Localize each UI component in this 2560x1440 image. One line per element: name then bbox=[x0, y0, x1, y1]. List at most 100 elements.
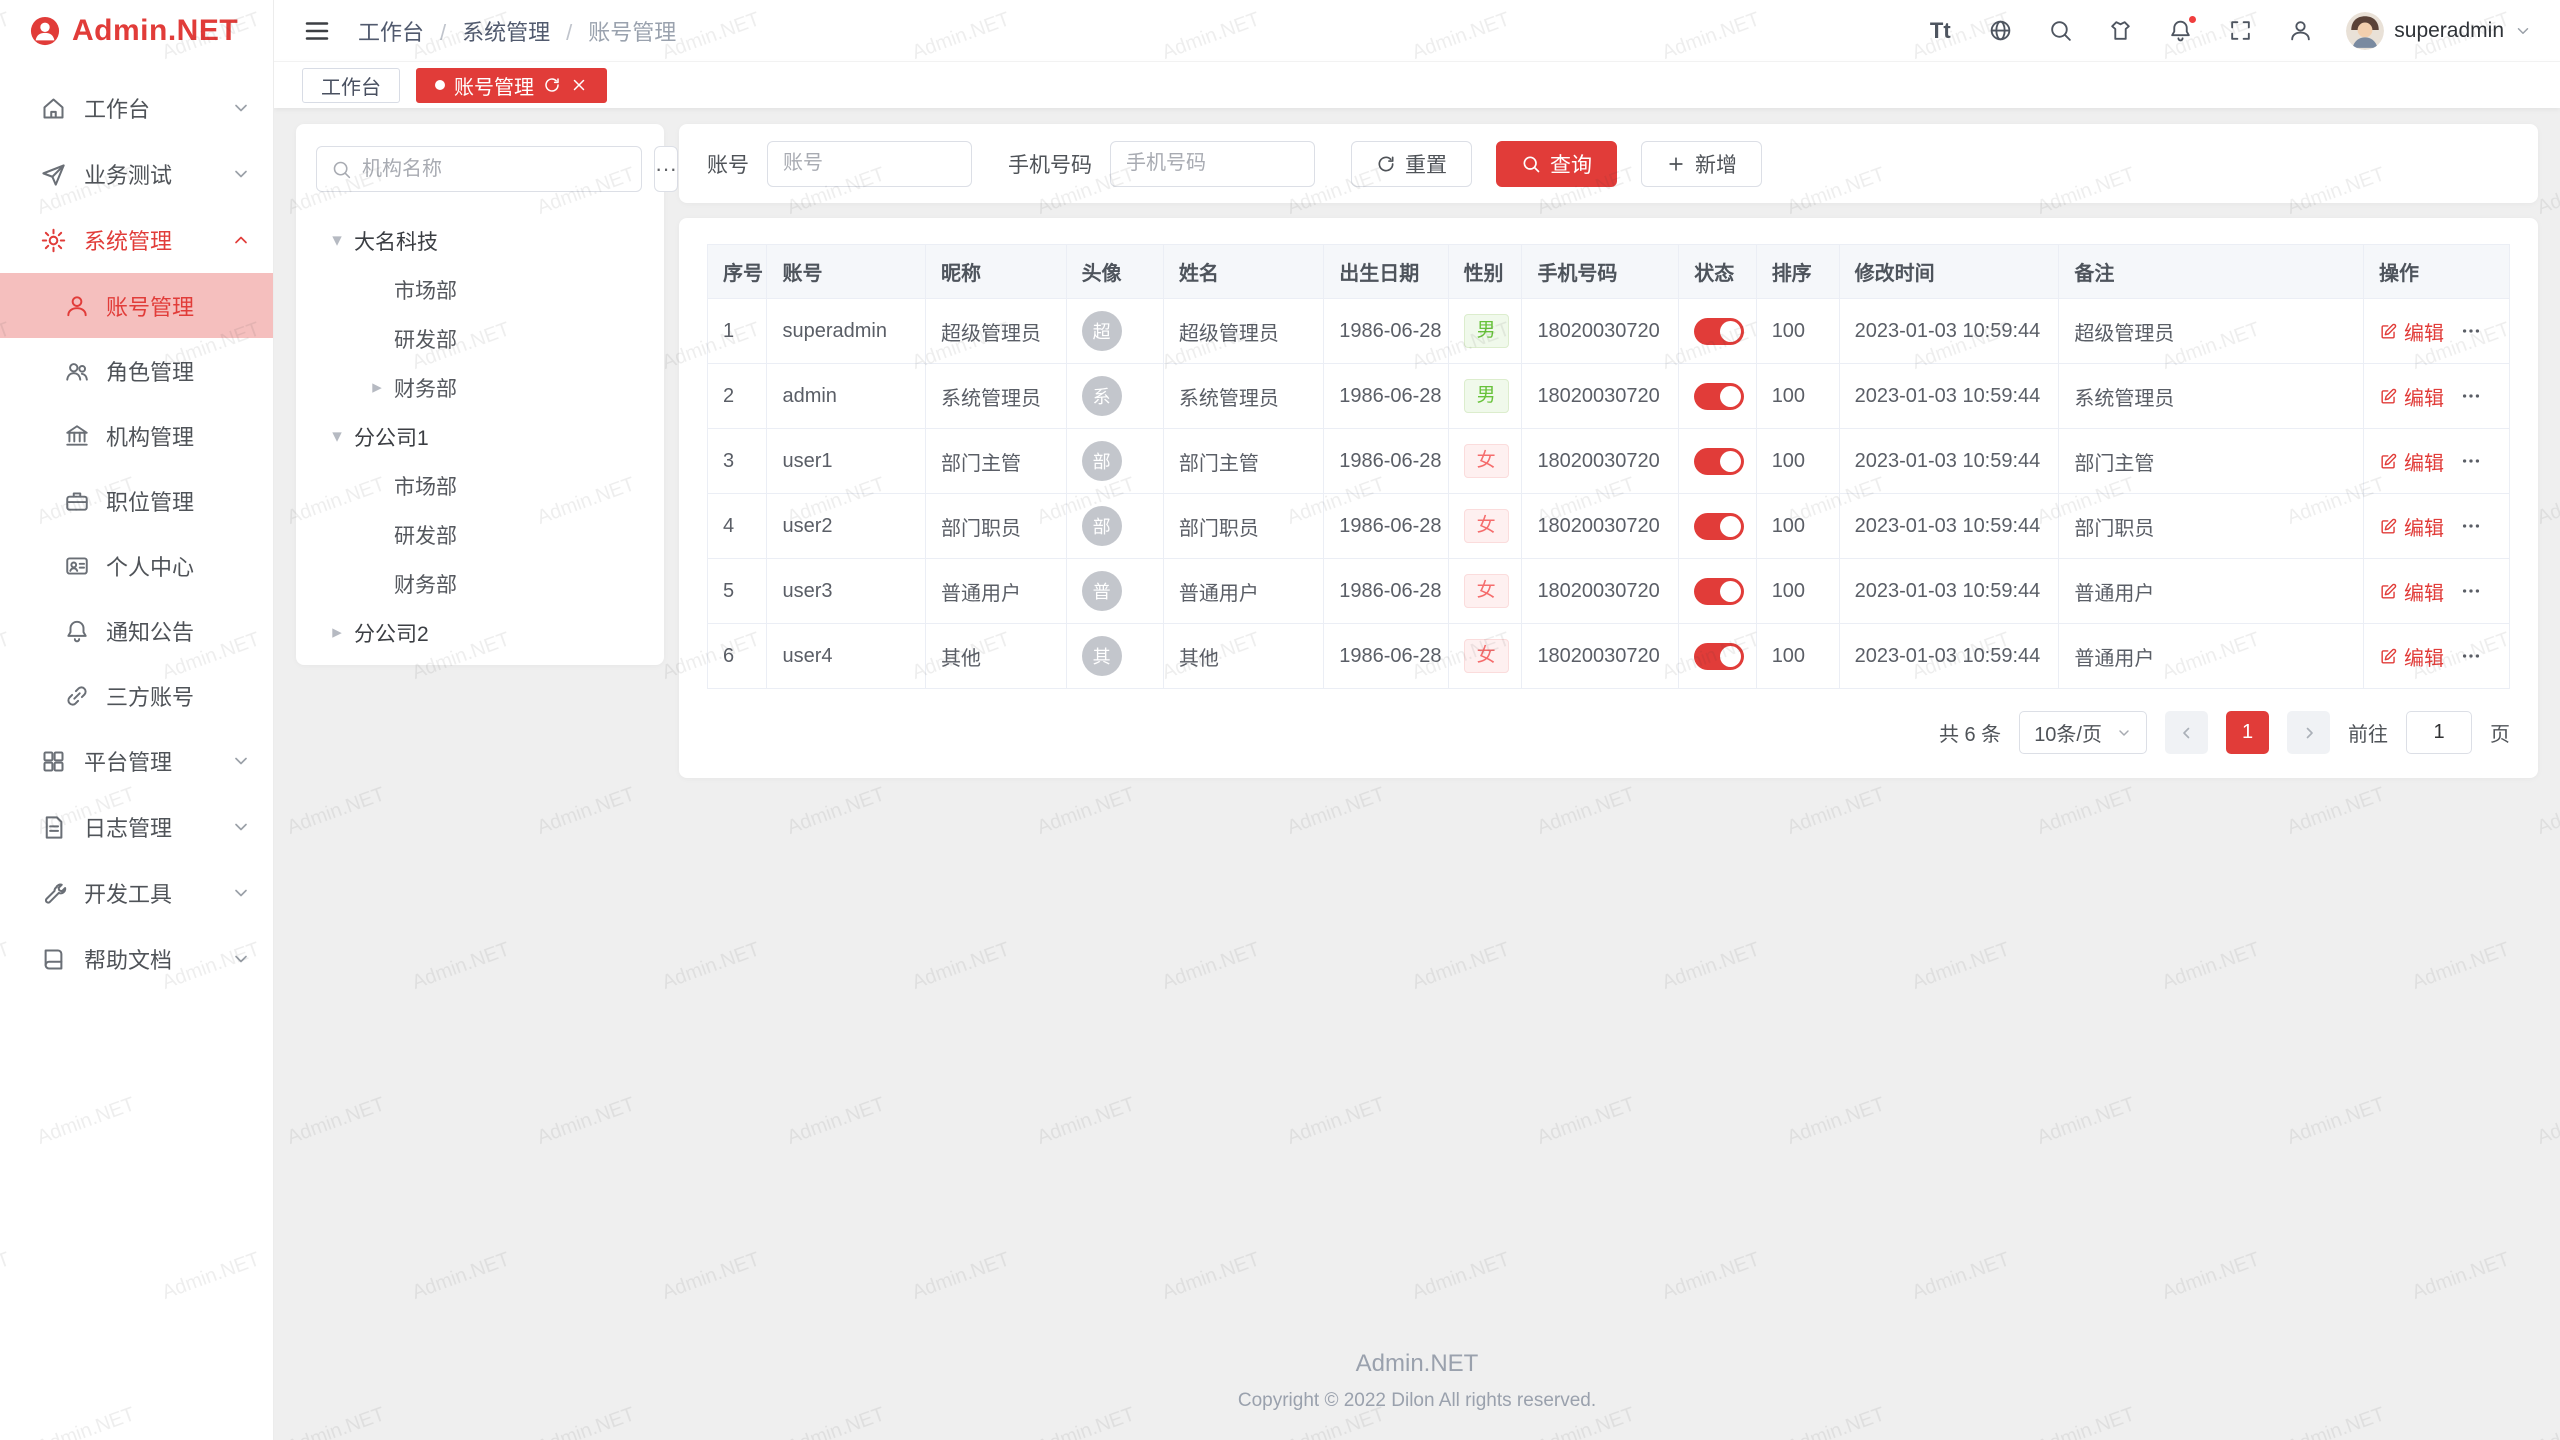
tree-node-label: 大名科技 bbox=[354, 226, 438, 256]
status-toggle[interactable] bbox=[1694, 383, 1744, 410]
cell-nickname: 其他 bbox=[926, 624, 1067, 689]
tree-node[interactable]: 市场部 bbox=[316, 265, 644, 314]
notification-bell-icon[interactable] bbox=[2166, 17, 2194, 45]
tree-node[interactable]: 分公司2 bbox=[316, 608, 644, 657]
search-icon[interactable] bbox=[2046, 17, 2074, 45]
more-actions-button[interactable] bbox=[2460, 385, 2482, 407]
org-more-button[interactable]: ··· bbox=[654, 146, 678, 192]
topbar-actions: Tt bbox=[1926, 12, 2532, 50]
tree-node[interactable]: 财务部 bbox=[316, 363, 644, 412]
tree-caret-icon[interactable] bbox=[320, 425, 354, 448]
font-size-icon[interactable]: Tt bbox=[1926, 17, 1954, 45]
language-icon[interactable] bbox=[1986, 17, 2014, 45]
refresh-icon[interactable] bbox=[543, 76, 561, 94]
breadcrumb-item[interactable]: 工作台 bbox=[358, 15, 462, 47]
sidebar-item-role-management[interactable]: 角色管理 bbox=[0, 338, 273, 403]
tree-node[interactable]: 大名科技 bbox=[316, 216, 644, 265]
fullscreen-icon[interactable] bbox=[2226, 17, 2254, 45]
tab-account-management[interactable]: 账号管理 bbox=[416, 68, 607, 103]
sidebar-item-label: 业务测试 bbox=[84, 158, 214, 190]
page-size-select[interactable]: 10条/页 bbox=[2019, 711, 2147, 754]
user-icon[interactable] bbox=[2286, 17, 2314, 45]
edit-button[interactable]: 编辑 bbox=[2379, 512, 2444, 541]
org-search-input[interactable] bbox=[362, 158, 627, 181]
sidebar-item-dev-tools[interactable]: 开发工具 bbox=[0, 860, 273, 926]
row-avatar: 部 bbox=[1082, 506, 1122, 546]
sidebar-item-label: 个人中心 bbox=[106, 550, 273, 582]
tree-node[interactable]: 财务部 bbox=[316, 559, 644, 608]
cell-sort: 100 bbox=[1756, 494, 1839, 559]
more-actions-button[interactable] bbox=[2460, 515, 2482, 537]
close-icon[interactable] bbox=[570, 76, 588, 94]
more-actions-button[interactable] bbox=[2460, 645, 2482, 667]
cell-remark: 系统管理员 bbox=[2059, 364, 2364, 429]
sidebar-item-label: 职位管理 bbox=[106, 485, 273, 517]
table-header-row: 序号 账号 昵称 头像 姓名 出生日期 性别 手机号码 状态 排序 bbox=[708, 245, 2510, 299]
sidebar-item-help-docs[interactable]: 帮助文档 bbox=[0, 926, 273, 992]
cell-account: user1 bbox=[767, 429, 926, 494]
app-logo[interactable]: Admin.NET bbox=[0, 0, 273, 61]
page-number-button[interactable]: 1 bbox=[2226, 711, 2269, 754]
sidebar-item-org-management[interactable]: 机构管理 bbox=[0, 403, 273, 468]
edit-button[interactable]: 编辑 bbox=[2379, 447, 2444, 476]
tree-node[interactable]: 研发部 bbox=[316, 510, 644, 559]
cell-name: 系统管理员 bbox=[1163, 364, 1323, 429]
tree-caret-icon[interactable] bbox=[320, 621, 354, 644]
user-avatar bbox=[2346, 12, 2384, 50]
edit-button[interactable]: 编辑 bbox=[2379, 382, 2444, 411]
tree-node[interactable]: 市场部 bbox=[316, 461, 644, 510]
tab-workbench[interactable]: 工作台 bbox=[302, 68, 400, 103]
query-button[interactable]: 查询 bbox=[1496, 141, 1617, 187]
status-toggle[interactable] bbox=[1694, 643, 1744, 670]
tree-node-label: 财务部 bbox=[394, 373, 457, 403]
more-actions-button[interactable] bbox=[2460, 320, 2482, 342]
edit-button[interactable]: 编辑 bbox=[2379, 642, 2444, 671]
add-button[interactable]: 新增 bbox=[1641, 141, 1762, 187]
tree-node[interactable]: 分公司1 bbox=[316, 412, 644, 461]
org-search-field[interactable] bbox=[316, 146, 642, 192]
status-toggle[interactable] bbox=[1694, 578, 1744, 605]
sidebar-item-account-management[interactable]: 账号管理 bbox=[0, 273, 273, 338]
sidebar-item-third-party-account[interactable]: 三方账号 bbox=[0, 663, 273, 728]
more-actions-button[interactable] bbox=[2460, 580, 2482, 602]
next-page-button[interactable] bbox=[2287, 711, 2330, 754]
notification-badge bbox=[2187, 14, 2198, 25]
prev-page-button[interactable] bbox=[2165, 711, 2208, 754]
phone-filter-input[interactable] bbox=[1110, 141, 1315, 187]
cell-nickname: 系统管理员 bbox=[926, 364, 1067, 429]
edit-button[interactable]: 编辑 bbox=[2379, 317, 2444, 346]
tree-caret-icon[interactable] bbox=[360, 376, 394, 399]
tree-node-label: 分公司1 bbox=[354, 422, 429, 452]
row-avatar: 部 bbox=[1082, 441, 1122, 481]
cell-sort: 100 bbox=[1756, 559, 1839, 624]
status-toggle[interactable] bbox=[1694, 448, 1744, 475]
breadcrumb-item[interactable]: 系统管理 bbox=[462, 15, 588, 47]
tree-node-label: 财务部 bbox=[394, 569, 457, 599]
sidebar-item-log-management[interactable]: 日志管理 bbox=[0, 794, 273, 860]
sidebar-item-notice-announcement[interactable]: 通知公告 bbox=[0, 598, 273, 663]
status-toggle[interactable] bbox=[1694, 513, 1744, 540]
sidebar-item-position-management[interactable]: 职位管理 bbox=[0, 468, 273, 533]
sidebar-item-platform-management[interactable]: 平台管理 bbox=[0, 728, 273, 794]
cell-modified-time: 2023-01-03 10:59:44 bbox=[1839, 429, 2059, 494]
sidebar-item-personal-center[interactable]: 个人中心 bbox=[0, 533, 273, 598]
hamburger-menu-icon[interactable] bbox=[302, 16, 332, 46]
status-toggle[interactable] bbox=[1694, 318, 1744, 345]
tree-caret-icon[interactable] bbox=[320, 229, 354, 252]
sidebar-item-system-management[interactable]: 系统管理 bbox=[0, 207, 273, 273]
sidebar-item-business-test[interactable]: 业务测试 bbox=[0, 141, 273, 207]
edit-button[interactable]: 编辑 bbox=[2379, 577, 2444, 606]
reset-button[interactable]: 重置 bbox=[1351, 141, 1472, 187]
cell-no: 3 bbox=[708, 429, 767, 494]
more-actions-button[interactable] bbox=[2460, 450, 2482, 472]
edit-icon bbox=[2379, 517, 2398, 536]
user-menu[interactable]: superadmin bbox=[2346, 12, 2532, 50]
user-icon bbox=[64, 293, 90, 319]
sidebar-item-workbench[interactable]: 工作台 bbox=[0, 75, 273, 141]
tree-node[interactable]: 研发部 bbox=[316, 314, 644, 363]
cell-phone: 18020030720 bbox=[1522, 299, 1679, 364]
filter-bar: 账号 手机号码 重置 bbox=[679, 124, 2538, 203]
theme-icon[interactable] bbox=[2106, 17, 2134, 45]
account-filter-input[interactable] bbox=[767, 141, 972, 187]
goto-page-input[interactable] bbox=[2406, 711, 2472, 754]
